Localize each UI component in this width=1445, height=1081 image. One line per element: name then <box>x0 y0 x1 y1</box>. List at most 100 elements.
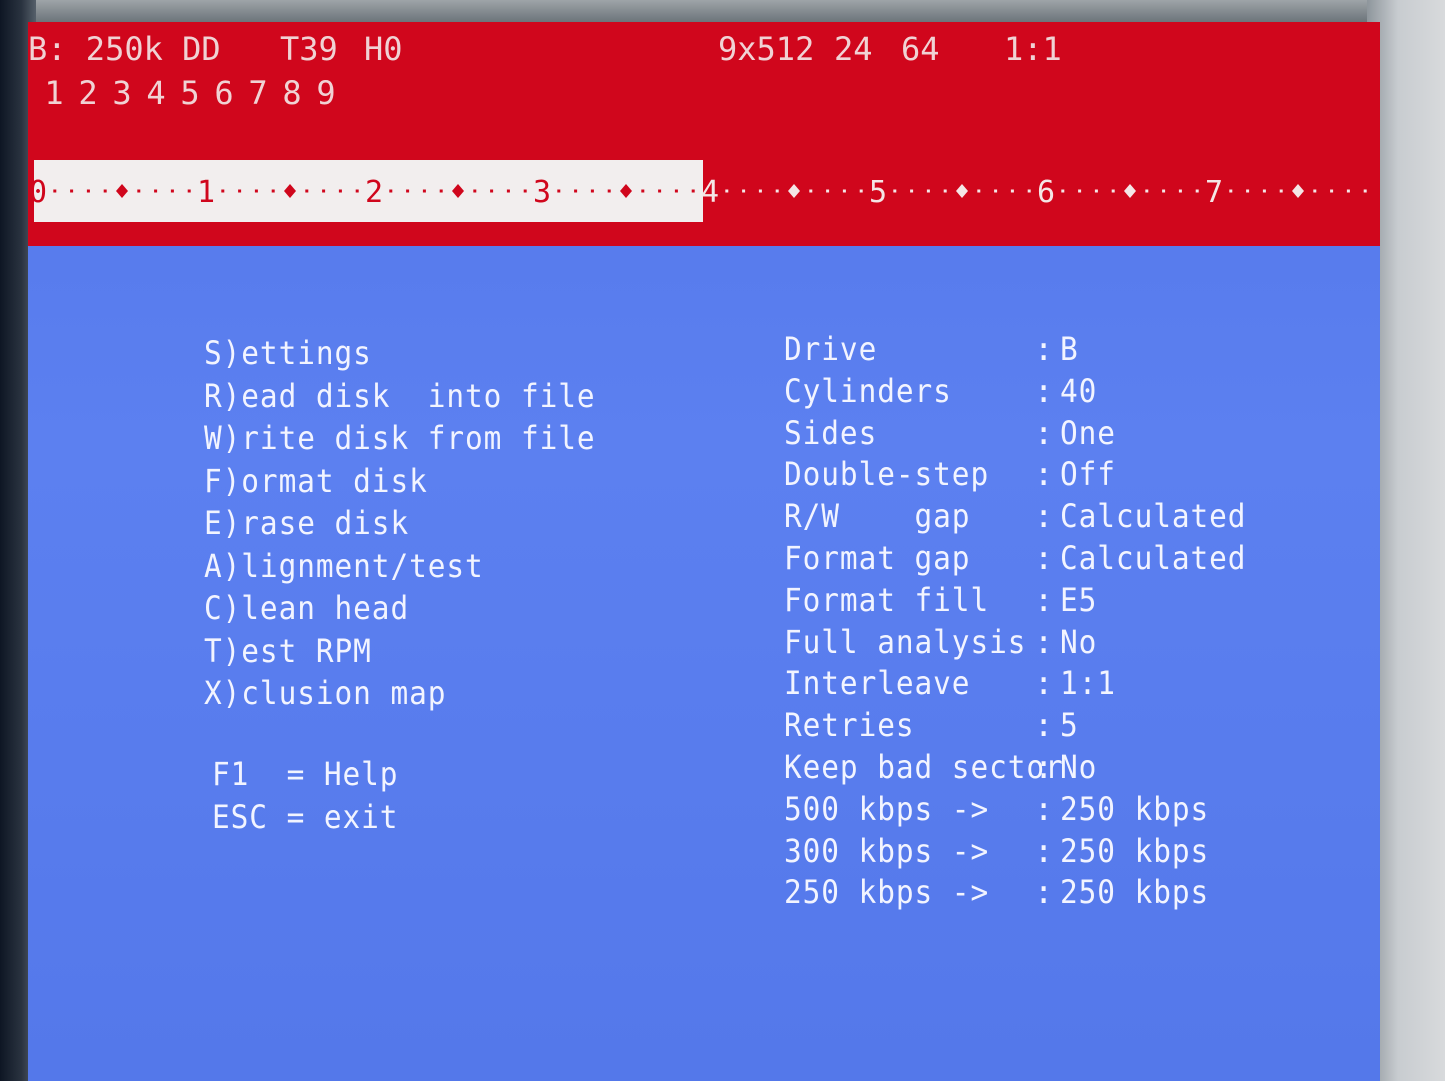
track-scale-dot <box>490 189 494 193</box>
menu-exclusion-map[interactable]: X)clusion map <box>204 672 596 715</box>
setting-rw-gap[interactable]: R/W gap: Calculated <box>784 496 1263 538</box>
setting-label: Double-step <box>784 455 990 494</box>
setting-label: Sides <box>784 413 878 452</box>
setting-label: Full analysis <box>784 622 1027 661</box>
track-scale-dot <box>943 189 947 193</box>
track-scale-label: 6 <box>1037 175 1055 210</box>
track-scale-label: 3 <box>533 175 551 210</box>
setting-retries[interactable]: Retries:5 <box>784 705 1263 747</box>
track-scale-dot <box>1078 189 1082 193</box>
setting-label: 250 kbps -> <box>784 873 990 912</box>
track-scale-dot <box>473 189 477 193</box>
setting-value: No <box>1060 622 1098 661</box>
setting-separator: : <box>1034 413 1055 452</box>
setting-cylinders[interactable]: Cylinders:40 <box>784 371 1263 413</box>
setting-rate-250[interactable]: 250 kbps ->:250 kbps <box>784 872 1263 914</box>
track-scale-dot <box>187 189 191 193</box>
setting-value: B <box>1060 330 1079 368</box>
track-scale-diamond <box>116 184 128 198</box>
track-scale-label: 2 <box>365 175 383 210</box>
track-scale-dot <box>674 189 678 193</box>
track-scale-dot <box>758 189 762 193</box>
setting-rate-300[interactable]: 300 kbps ->:250 kbps <box>784 831 1263 873</box>
track-scale-dot <box>607 189 611 193</box>
track-scale-dot <box>389 189 393 193</box>
setting-separator: : <box>1034 538 1055 577</box>
header-field-b: 64 <box>901 30 940 68</box>
track-scale-dot <box>221 189 225 193</box>
track-scale-dot <box>1061 189 1065 193</box>
setting-interleave[interactable]: Interleave:1:1 <box>784 663 1263 705</box>
track-scale-diamond <box>284 184 296 198</box>
settings-panel: Drive: B Cylinders:40 Sides: One Double-st… <box>784 329 1263 914</box>
track-scale-label: 7 <box>1205 175 1223 210</box>
status-header: B: 250k DD T39 H0 9x512 24 64 1:1 1 2 3 … <box>28 22 1380 246</box>
sector-number: 5 <box>180 74 200 112</box>
track-scale-dot <box>70 189 74 193</box>
sector-number: 7 <box>248 74 268 112</box>
track-scale-dot <box>238 189 242 193</box>
setting-label: 300 kbps -> <box>784 831 990 870</box>
menu-format-disk[interactable]: F)ormat disk <box>204 460 596 503</box>
setting-keep-bad-sector[interactable]: Keep bad sector: No <box>784 747 1263 789</box>
help-key-f1[interactable]: F1 = Help <box>212 753 398 796</box>
track-scale-dot <box>1027 189 1031 193</box>
setting-double-step[interactable]: Double-step: Off <box>784 454 1263 496</box>
menu-erase-disk[interactable]: E)rase disk <box>204 502 596 545</box>
track-scale-dot <box>775 189 779 193</box>
track-scale-label: 0 <box>29 175 47 210</box>
track-scale-dot <box>1010 189 1014 193</box>
track-scale-dot <box>893 189 897 193</box>
setting-drive[interactable]: Drive: B <box>784 329 1263 371</box>
track-scale-dot <box>641 189 645 193</box>
setting-value: E5 <box>1060 580 1098 619</box>
track-number: T39 <box>280 30 338 68</box>
help-keys: F1 = Help ESC = exit <box>212 753 415 838</box>
track-progress-bar: 0 1 2 3 4 5 6 7 <box>28 160 1380 222</box>
track-scale-label: 1 <box>197 175 215 210</box>
setting-rate-500[interactable]: 500 kbps ->:250 kbps <box>784 789 1263 831</box>
track-scale-dot <box>994 189 998 193</box>
help-key-esc[interactable]: ESC = exit <box>212 796 398 839</box>
setting-format-gap[interactable]: Format gap: Calculated <box>784 538 1263 580</box>
track-scale-diamond <box>1124 184 1136 198</box>
track-scale-dot <box>926 189 930 193</box>
menu-read-disk[interactable]: R)ead disk into file <box>204 375 596 418</box>
setting-separator: : <box>1034 706 1055 745</box>
setting-label: Interleave <box>784 664 971 703</box>
menu-test-rpm[interactable]: T)est RPM <box>204 630 596 673</box>
track-scale-dot <box>1145 189 1149 193</box>
main-menu: S)ettings R)ead disk into file W)rite di… <box>204 332 630 715</box>
setting-separator: : <box>1034 831 1055 870</box>
menu-clean-head[interactable]: C)lean head <box>204 587 596 630</box>
track-scale-dot <box>1195 189 1199 193</box>
menu-write-disk[interactable]: W)rite disk from file <box>204 417 596 460</box>
track-scale-dot <box>271 189 275 193</box>
track-scale-dot <box>137 189 141 193</box>
header-interleave: 1:1 <box>1004 30 1062 68</box>
track-scale-dot <box>1346 189 1350 193</box>
track-scale-dot <box>842 189 846 193</box>
track-scale-dot <box>910 189 914 193</box>
setting-label: Cylinders <box>784 371 952 410</box>
sector-number: 2 <box>78 74 98 112</box>
setting-sides[interactable]: Sides: One <box>784 413 1263 455</box>
setting-format-fill[interactable]: Format fill: E5 <box>784 580 1263 622</box>
sector-list: 1 2 3 4 5 6 7 8 9 <box>44 74 336 112</box>
setting-value: Calculated <box>1060 497 1247 536</box>
menu-alignment-test[interactable]: A)lignment/test <box>204 545 596 588</box>
setting-separator: : <box>1034 789 1055 828</box>
setting-separator: : <box>1034 330 1055 368</box>
setting-full-analysis[interactable]: Full analysis: No <box>784 622 1263 664</box>
track-scale-dot <box>254 189 258 193</box>
track-scale-dot <box>322 189 326 193</box>
track-scale: 0 1 2 3 4 5 6 7 <box>29 175 1367 210</box>
track-scale-dot <box>1178 189 1182 193</box>
track-scale-dot <box>859 189 863 193</box>
track-scale-dot <box>406 189 410 193</box>
dos-screen: B: 250k DD T39 H0 9x512 24 64 1:1 1 2 3 … <box>28 22 1380 1081</box>
setting-separator: : <box>1034 873 1055 912</box>
track-scale-dot <box>1162 189 1166 193</box>
menu-settings[interactable]: S)ettings <box>204 332 596 375</box>
header-field-a: 24 <box>834 30 873 68</box>
